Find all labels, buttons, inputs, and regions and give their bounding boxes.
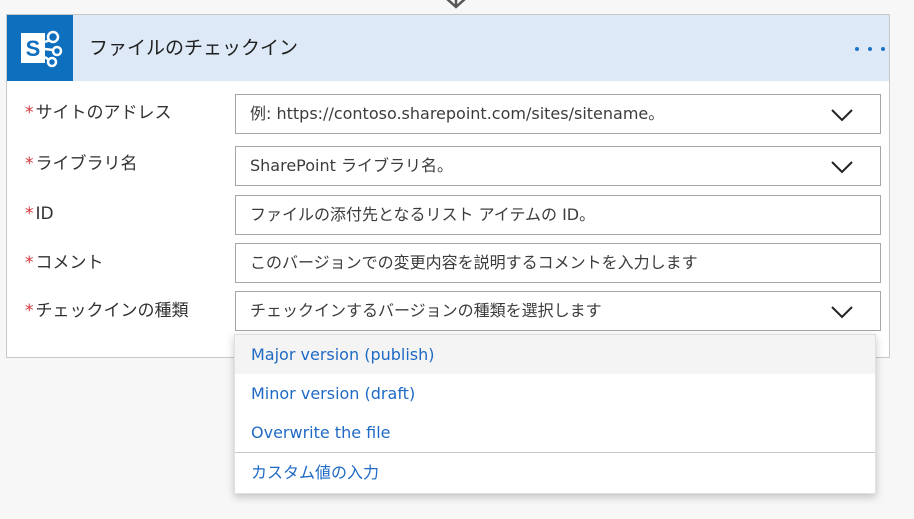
checkin-type-dropdown-menu: Major version (publish) Minor version (d… (234, 334, 876, 494)
comment-placeholder: このバージョンでの変更内容を説明するコメントを入力します (250, 253, 698, 272)
dropdown-option-overwrite[interactable]: Overwrite the file (235, 413, 875, 452)
required-marker: * (25, 253, 34, 273)
chevron-down-icon[interactable] (830, 159, 854, 175)
checkin-type-placeholder: チェックインするバージョンの種類を選択します (250, 301, 602, 320)
required-marker: * (25, 301, 34, 321)
more-dot (868, 47, 872, 51)
more-horizontal-icon (855, 47, 859, 51)
required-marker: * (25, 103, 34, 123)
id-field[interactable]: ファイルの添付先となるリスト アイテムの ID。 (235, 195, 881, 235)
required-marker: * (25, 154, 34, 174)
library-name-label: * ライブラリ名 (25, 152, 138, 176)
library-name-field[interactable]: SharePoint ライブラリ名。 (235, 146, 881, 186)
comment-field[interactable]: このバージョンでの変更内容を説明するコメントを入力します (235, 243, 881, 283)
chevron-down-icon[interactable] (830, 304, 854, 320)
required-marker: * (25, 204, 34, 224)
checkin-type-label: * チェックインの種類 (25, 299, 189, 323)
chevron-down-icon[interactable] (830, 107, 854, 123)
id-label-text: ID (35, 204, 54, 224)
dropdown-option-major-version[interactable]: Major version (publish) (235, 335, 875, 374)
site-address-label-text: サイトのアドレス (35, 103, 172, 123)
checkin-type-label-text: チェックインの種類 (35, 301, 189, 321)
sharepoint-icon: S (7, 15, 73, 81)
more-options-button[interactable] (853, 37, 887, 61)
connector-arrow-icon (446, 0, 466, 9)
id-placeholder: ファイルの添付先となるリスト アイテムの ID。 (250, 205, 596, 224)
comment-label: * コメント (25, 251, 104, 275)
checkin-file-action-card: S ファイルのチェックイン * サイトのアドレス 例: https://conto… (6, 14, 890, 358)
card-title: ファイルのチェックイン (89, 37, 299, 59)
site-address-placeholder: 例: https://contoso.sharepoint.com/sites/… (250, 104, 665, 123)
site-address-field[interactable]: 例: https://contoso.sharepoint.com/sites/… (235, 94, 881, 134)
library-name-label-text: ライブラリ名 (35, 154, 138, 174)
site-address-label: * サイトのアドレス (25, 101, 172, 125)
card-header[interactable]: S ファイルのチェックイン (7, 15, 889, 81)
dropdown-option-custom-value[interactable]: カスタム値の入力 (235, 453, 875, 492)
library-name-placeholder: SharePoint ライブラリ名。 (250, 156, 453, 175)
comment-label-text: コメント (35, 253, 104, 273)
id-label: * ID (25, 202, 54, 226)
dropdown-option-minor-version[interactable]: Minor version (draft) (235, 374, 875, 413)
svg-text:S: S (26, 36, 41, 61)
more-dot (881, 47, 885, 51)
checkin-type-field[interactable]: チェックインするバージョンの種類を選択します (235, 291, 881, 331)
